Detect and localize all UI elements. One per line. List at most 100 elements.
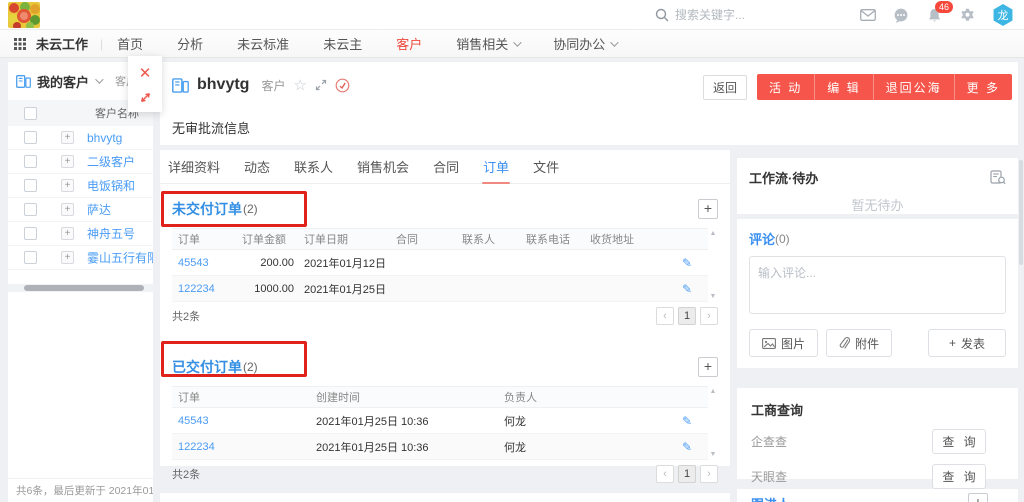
search-input[interactable] — [675, 8, 825, 22]
table-row[interactable]: 45543 200.00 2021年01月12日 ✎ — [172, 250, 708, 276]
page-number-button[interactable]: 1 — [678, 307, 696, 325]
tab-activity[interactable]: 动态 — [244, 150, 270, 184]
row-checkbox[interactable] — [24, 251, 37, 264]
image-button[interactable]: 图片 — [749, 329, 818, 357]
next-page-button[interactable]: › — [700, 465, 718, 483]
query-button[interactable]: 查 询 — [932, 464, 986, 489]
apps-grid-icon[interactable] — [14, 38, 26, 50]
expand-arrows-icon[interactable] — [139, 91, 152, 104]
list-view-title[interactable]: 我的客户 — [37, 72, 89, 91]
chevron-down-icon[interactable] — [95, 75, 103, 83]
right-scrollbar-thumb[interactable] — [1019, 160, 1023, 265]
nav-item-collab[interactable]: 协同办公 — [553, 34, 616, 53]
add-button[interactable]: + — [968, 493, 988, 502]
table-row[interactable]: 45543 2021年01月25日 10:36 何龙 ✎ — [172, 408, 708, 434]
customer-link[interactable]: 神舟五号 — [87, 225, 135, 242]
add-order-button[interactable]: + — [698, 199, 718, 219]
list-item[interactable]: + 神舟五号 — [8, 222, 153, 246]
tab-orders[interactable]: 订单 — [483, 150, 509, 184]
nav-item-customer[interactable]: 客户 — [396, 34, 422, 53]
more-button[interactable]: 更 多 — [955, 74, 1012, 100]
nav-item-home[interactable]: 首页 — [117, 34, 143, 53]
scrollbar-thumb[interactable] — [24, 285, 144, 291]
list-item[interactable]: + bhvytg — [8, 126, 153, 150]
star-favorite-icon[interactable]: ☆ — [293, 76, 306, 94]
order-link[interactable]: 122234 — [172, 283, 236, 295]
tab-files[interactable]: 文件 — [533, 150, 559, 184]
page-number-button[interactable]: 1 — [678, 465, 696, 483]
order-link[interactable]: 45543 — [172, 415, 310, 427]
row-checkbox[interactable] — [24, 155, 37, 168]
scroll-down-icon[interactable]: ▼ — [710, 293, 717, 300]
list-item[interactable]: + 萨达 — [8, 198, 153, 222]
tab-opportunities[interactable]: 销售机会 — [357, 150, 409, 184]
nav-item-standard[interactable]: 未云标准 — [237, 34, 289, 53]
return-to-pool-button[interactable]: 退回公海 — [874, 74, 955, 100]
edit-pencil-icon[interactable]: ✎ — [682, 440, 692, 454]
workspace-title[interactable]: 未云工作 — [36, 34, 88, 53]
expand-plus-icon[interactable]: + — [61, 203, 74, 216]
settings-gear-icon[interactable] — [959, 7, 975, 23]
next-page-button[interactable]: › — [700, 307, 718, 325]
add-order-button[interactable]: + — [698, 357, 718, 377]
post-comment-button[interactable]: + 发表 — [928, 329, 1006, 357]
horizontal-scrollbar[interactable] — [8, 284, 153, 292]
table-scrollbar[interactable]: ▲▼ — [708, 228, 718, 302]
scroll-up-icon[interactable]: ▲ — [710, 388, 717, 395]
row-checkbox[interactable] — [24, 131, 37, 144]
tab-contracts[interactable]: 合同 — [433, 150, 459, 184]
expand-plus-icon[interactable]: + — [61, 227, 74, 240]
attachment-button[interactable]: 附件 — [826, 329, 892, 357]
list-item[interactable]: + 霎山五行有限 — [8, 246, 153, 270]
business-lookup-panel: 工商查询 企查查 查 询 天眼查 查 询 — [737, 388, 1018, 479]
customer-link[interactable]: 萨达 — [87, 201, 111, 218]
notifications-bell-icon[interactable]: 46 — [926, 7, 942, 23]
mail-icon[interactable] — [860, 7, 876, 23]
edit-pencil-icon[interactable]: ✎ — [682, 282, 692, 296]
nav-item-sales[interactable]: 销售相关 — [456, 34, 519, 53]
row-checkbox[interactable] — [24, 179, 37, 192]
table-scrollbar[interactable]: ▲▼ — [708, 386, 718, 460]
table-row[interactable]: 122234 2021年01月25日 10:36 何龙 ✎ — [172, 434, 708, 460]
tab-details[interactable]: 详细资料 — [168, 150, 220, 184]
edit-pencil-icon[interactable]: ✎ — [682, 256, 692, 270]
select-all-checkbox[interactable] — [24, 107, 37, 120]
fullscreen-icon[interactable] — [315, 79, 327, 91]
activity-button[interactable]: 活 动 — [757, 74, 815, 100]
workflow-search-icon[interactable] — [990, 170, 1006, 185]
row-checkbox[interactable] — [24, 227, 37, 240]
edit-button[interactable]: 编 辑 — [815, 74, 873, 100]
back-button[interactable]: 返回 — [703, 75, 747, 100]
scroll-down-icon[interactable]: ▼ — [710, 451, 717, 458]
nav-item-main[interactable]: 未云主 — [323, 34, 362, 53]
customer-link[interactable]: 电饭锅和 — [87, 177, 135, 194]
order-link[interactable]: 45543 — [172, 257, 236, 269]
table-row[interactable]: 122234 1000.00 2021年01月25日 ✎ — [172, 276, 708, 302]
expand-plus-icon[interactable]: + — [61, 251, 74, 264]
close-icon[interactable]: ✕ — [139, 64, 152, 82]
expand-plus-icon[interactable]: + — [61, 155, 74, 168]
customer-link[interactable]: 霎山五行有限 — [87, 249, 153, 266]
expand-plus-icon[interactable]: + — [61, 131, 74, 144]
customer-link[interactable]: 二级客户 — [87, 153, 135, 170]
query-button[interactable]: 查 询 — [932, 429, 986, 454]
app-logo[interactable] — [8, 2, 40, 28]
chat-icon[interactable] — [893, 7, 909, 23]
tab-contacts[interactable]: 联系人 — [294, 150, 333, 184]
expand-plus-icon[interactable]: + — [61, 179, 74, 192]
row-checkbox[interactable] — [24, 203, 37, 216]
follow-status-icon[interactable] — [335, 78, 350, 93]
comment-input[interactable] — [749, 256, 1006, 314]
list-item[interactable]: + 电饭锅和 — [8, 174, 153, 198]
provider-label: 天眼查 — [751, 468, 787, 485]
edit-cell: ✎ — [682, 282, 708, 296]
edit-pencil-icon[interactable]: ✎ — [682, 414, 692, 428]
order-link[interactable]: 122234 — [172, 441, 310, 453]
scroll-up-icon[interactable]: ▲ — [710, 230, 717, 237]
nav-item-analysis[interactable]: 分析 — [177, 34, 203, 53]
prev-page-button[interactable]: ‹ — [656, 307, 674, 325]
list-item[interactable]: + 二级客户 — [8, 150, 153, 174]
prev-page-button[interactable]: ‹ — [656, 465, 674, 483]
customer-link[interactable]: bhvytg — [87, 131, 122, 145]
user-avatar[interactable]: 龙 — [992, 4, 1014, 26]
